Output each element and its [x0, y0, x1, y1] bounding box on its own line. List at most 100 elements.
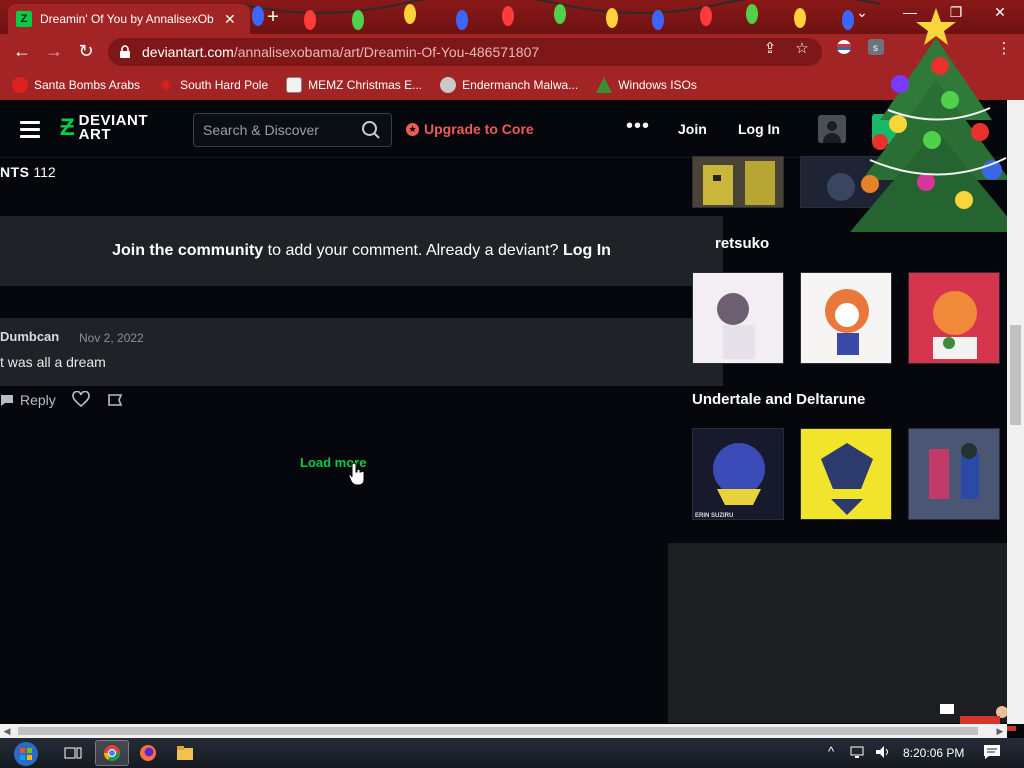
scroll-left-icon[interactable]: ◀ [0, 724, 14, 738]
section-title-retsuko[interactable]: retsuko [715, 235, 769, 252]
minimize-button[interactable]: — [898, 4, 922, 20]
thumbnail-retsuko-1[interactable] [692, 272, 784, 364]
deviantart-logo[interactable]: Ƶ DEVIANT ART [60, 112, 149, 143]
new-tab-button[interactable]: + [262, 6, 284, 29]
thumbnail-fnaf-art[interactable] [692, 156, 784, 208]
thumbnail-retsuko-3[interactable] [908, 272, 1000, 364]
folder-icon [177, 746, 193, 760]
join-community-link[interactable]: Join the community [112, 242, 263, 260]
bookmarks-bar: Santa Bombs Arabs ✺ South Hard Pole MEMZ… [0, 70, 1024, 100]
firefox-icon [140, 745, 156, 761]
avatar[interactable] [818, 115, 846, 143]
reload-button[interactable]: ↻ [74, 41, 98, 62]
vertical-scrollbar[interactable] [1007, 100, 1024, 724]
bookmark-label: Endermanch Malwa... [462, 78, 579, 92]
bookmark-label: Windows ISOs [618, 78, 697, 92]
flag-extension-icon[interactable] [834, 39, 854, 59]
bookmark-item[interactable]: Windows ISOs [596, 77, 697, 93]
award-badge-icon[interactable] [106, 391, 124, 409]
system-clock[interactable]: 8:20:06 PM [903, 746, 964, 760]
volume-icon[interactable] [874, 744, 892, 760]
bookmark-item[interactable]: ✺ South Hard Pole [158, 77, 268, 93]
horizontal-scrollbar[interactable]: ◀ ▶ [0, 724, 1007, 738]
share-icon[interactable]: ⇪ [760, 39, 780, 57]
more-menu-icon[interactable]: ••• [626, 115, 650, 138]
bookmark-label: MEMZ Christmas E... [308, 78, 423, 92]
heart-icon[interactable] [71, 391, 90, 409]
thumbnail-undertale-3[interactable] [908, 428, 1000, 520]
taskbar-firefox-button[interactable] [131, 740, 165, 766]
taskbar-explorer-button[interactable] [168, 740, 202, 766]
search-input[interactable] [203, 122, 361, 138]
comments-count: 112 [33, 164, 56, 180]
chrome-menu-icon[interactable]: ⋮ [994, 39, 1014, 57]
scroll-right-icon[interactable]: ▶ [993, 724, 1007, 738]
christmas-lights-decoration [240, 0, 880, 30]
forward-button[interactable]: → [42, 41, 66, 62]
comment-actions: Reply [0, 391, 124, 409]
thumbnail-dark-art[interactable] [800, 156, 892, 208]
tab-search-chevron-icon[interactable]: ⌄ [850, 4, 874, 21]
upgrade-label: Upgrade to Core [424, 121, 534, 137]
lock-icon [120, 45, 130, 58]
section-title-undertale[interactable]: Undertale and Deltarune [692, 391, 865, 408]
comment-author[interactable]: Dumbcan [0, 329, 59, 344]
hamburger-menu-icon[interactable] [20, 121, 40, 142]
tray-overflow-icon[interactable]: ^ [828, 744, 834, 759]
submit-chip[interactable] [872, 114, 902, 144]
horizontal-scroll-thumb[interactable] [18, 727, 978, 735]
thumbnail-undertale-1[interactable]: ERIN SUZIRU [692, 428, 784, 520]
core-badge-icon: ★ [406, 122, 419, 136]
bookmark-item[interactable]: MEMZ Christmas E... [286, 77, 422, 93]
comment-date[interactable]: Nov 2, 2022 [79, 331, 144, 345]
snowflake-icon: ✺ [160, 77, 172, 93]
join-banner-login-link[interactable]: Log In [563, 242, 611, 260]
thumbnail-undertale-2[interactable] [800, 428, 892, 520]
network-icon[interactable] [850, 744, 868, 760]
bookmark-label: Santa Bombs Arabs [34, 78, 141, 92]
login-link[interactable]: Log In [738, 121, 780, 137]
reply-label: Reply [20, 392, 56, 408]
windows-start-icon[interactable] [8, 740, 44, 768]
thumbnail-caption: ERIN SUZIRU [695, 513, 734, 519]
join-community-banner: Join the community to add your comment. … [0, 216, 723, 286]
maximize-button[interactable]: ❐ [944, 4, 968, 21]
url-text: deviantart.com/annalisexobama/art/Dreami… [142, 44, 540, 60]
active-tab[interactable]: Z Dreamin' Of You by AnnalisexOb ✕ [8, 4, 250, 34]
browser-tab-strip: Z Dreamin' Of You by AnnalisexOb ✕ + ⌄ —… [0, 0, 1024, 34]
address-bar[interactable]: deviantart.com/annalisexobama/art/Dreami… [108, 38, 822, 66]
bookmark-item[interactable]: Santa Bombs Arabs [12, 77, 140, 93]
notification-icon[interactable] [983, 744, 1001, 760]
browser-toolbar: ← → ↻ deviantart.com/annalisexobama/art/… [0, 34, 1024, 70]
close-window-button[interactable]: ✕ [988, 4, 1012, 21]
back-button[interactable]: ← [10, 41, 34, 62]
upgrade-to-core-link[interactable]: ★ Upgrade to Core [406, 121, 534, 137]
santa-icon [12, 77, 28, 93]
bookmark-item[interactable]: Endermanch Malwa... [440, 77, 578, 93]
chrome-icon [103, 745, 121, 762]
search-box[interactable] [193, 113, 392, 147]
vertical-scroll-thumb[interactable] [1010, 325, 1021, 425]
task-view-icon [64, 747, 82, 759]
join-link[interactable]: Join [678, 121, 707, 137]
reply-icon [1, 395, 13, 406]
tab-title: Dreamin' Of You by AnnalisexOb [40, 12, 214, 26]
deviantart-favicon-icon: Z [16, 11, 32, 27]
tree-icon [596, 77, 613, 93]
task-view-button[interactable] [56, 740, 90, 766]
reply-button[interactable]: Reply [0, 392, 56, 408]
extension-s-icon[interactable]: s [866, 39, 886, 59]
comment-text: t was all a dream [0, 354, 106, 370]
taskbar-chrome-button[interactable] [95, 740, 129, 766]
search-icon[interactable] [361, 120, 381, 140]
hand-cursor-icon [348, 462, 365, 486]
bookmark-star-icon[interactable]: ☆ [792, 39, 812, 57]
memz-icon [286, 77, 303, 93]
comments-label: NTS [0, 164, 30, 180]
comments-heading: NTS 112 [0, 164, 56, 180]
tab-close-icon[interactable]: ✕ [224, 11, 236, 28]
ad-placeholder [668, 543, 1007, 723]
thumbnail-retsuko-2[interactable] [800, 272, 892, 364]
logo-wordmark: DEVIANT ART [78, 112, 149, 143]
raccoon-icon [440, 77, 457, 93]
